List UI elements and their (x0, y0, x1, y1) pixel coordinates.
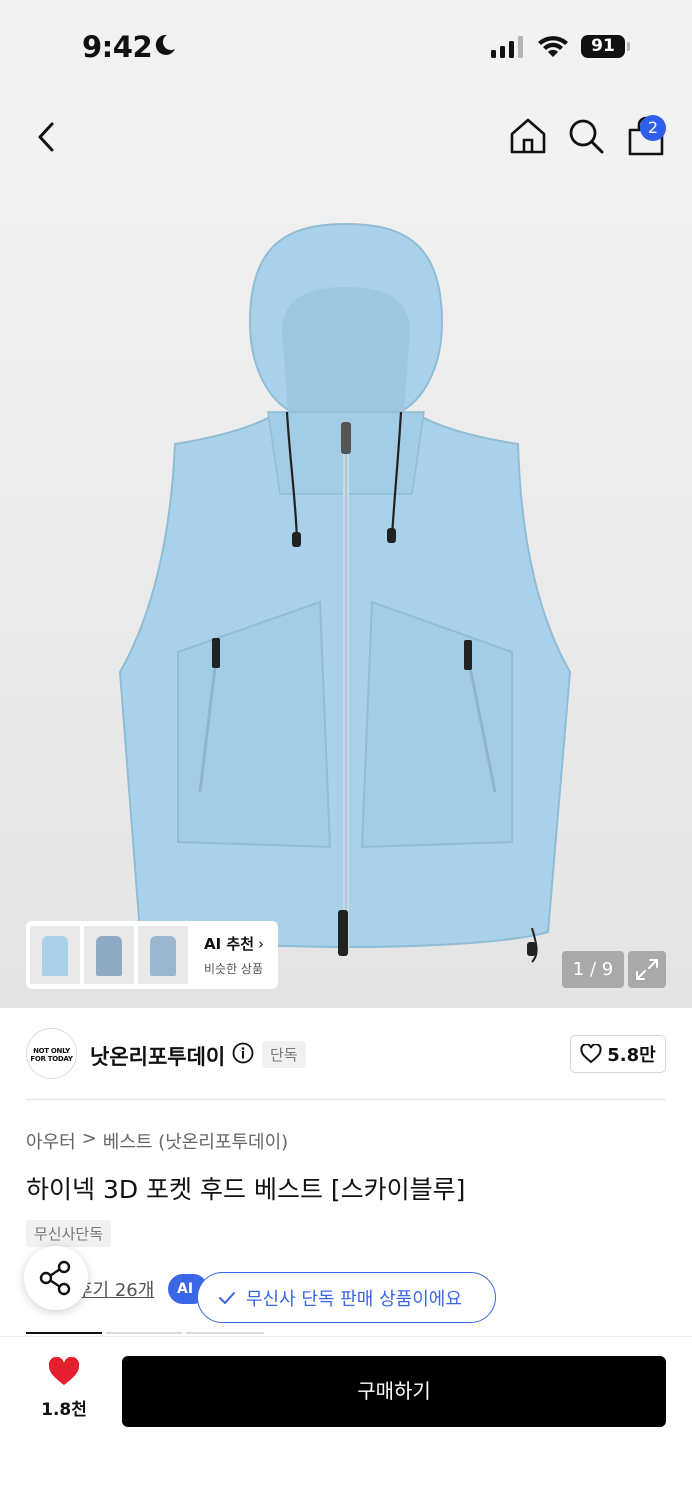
bottom-action-bar: 1.8천 구매하기 (0, 1336, 692, 1500)
product-image-gallery[interactable]: AI 추천 › 비슷한 상품 1 / 9 (0, 182, 692, 1008)
wishlist-button[interactable]: 1.8천 (28, 1356, 100, 1427)
toast-message: 무신사 단독 판매 상품이에요 (246, 1288, 462, 1310)
check-icon (219, 1291, 235, 1304)
ai-thumb-2 (84, 926, 134, 984)
wifi-icon (538, 36, 568, 57)
cellular-signal-icon (491, 36, 523, 58)
back-icon[interactable] (30, 118, 64, 156)
cart-count-badge: 2 (640, 115, 666, 141)
nav-bar (0, 92, 692, 182)
product-photo-vest (118, 222, 572, 963)
breadcrumb-separator: > (81, 1128, 97, 1149)
ai-recommendation-text: AI 추천 › 비슷한 상품 (204, 933, 264, 977)
expand-icon (636, 959, 658, 980)
brand-row: NOT ONLY FOR TODAY 낫온리포투데이 단독 5.8만 (0, 1008, 692, 1100)
ai-recommendation-card[interactable]: AI 추천 › 비슷한 상품 (26, 921, 278, 989)
ai-recommendation-subtitle: 비슷한 상품 (204, 962, 264, 976)
breadcrumb: 아우터 > 베스트 (낫온리포투데이) (26, 1128, 288, 1154)
divider (26, 1099, 666, 1100)
breadcrumb-category[interactable]: 아우터 (26, 1128, 76, 1154)
chevron-right-icon: › (258, 935, 265, 953)
heart-outline-icon (580, 1044, 602, 1064)
search-icon[interactable] (566, 116, 606, 156)
home-icon[interactable] (508, 116, 548, 156)
exclusive-tag: 단독 (262, 1041, 306, 1068)
battery-icon: 91 (581, 35, 625, 58)
product-title: 하이넥 3D 포켓 후드 베스트 [스카이블루] (26, 1175, 466, 1204)
moon-icon (155, 34, 175, 55)
brand-like-count: 5.8만 (607, 1045, 656, 1066)
image-page-indicator: 1 / 9 (562, 951, 624, 988)
ai-recommendation-title: AI 추천 (204, 935, 255, 953)
heart-icon (48, 1356, 80, 1385)
info-icon[interactable] (232, 1042, 254, 1064)
battery-tip (627, 42, 630, 51)
exclusive-toast: 무신사 단독 판매 상품이에요 (197, 1272, 496, 1323)
brand-name[interactable]: 낫온리포투데이 (90, 1041, 225, 1071)
brand-logo[interactable]: NOT ONLY FOR TODAY (26, 1028, 77, 1079)
status-bar: 9:42 91 (0, 0, 692, 92)
share-icon (39, 1260, 71, 1296)
musinsa-exclusive-badge: 무신사단독 (26, 1220, 112, 1247)
ai-thumb-3 (138, 926, 188, 984)
share-button[interactable] (24, 1246, 88, 1310)
brand-like-button[interactable]: 5.8만 (570, 1035, 666, 1073)
wishlist-count: 1.8천 (41, 1400, 87, 1420)
expand-button[interactable] (628, 951, 666, 988)
breadcrumb-subcategory[interactable]: 베스트 (낫온리포투데이) (103, 1128, 288, 1154)
status-time: 9:42 (82, 30, 153, 64)
buy-button[interactable]: 구매하기 (122, 1356, 666, 1427)
ai-thumb-1 (30, 926, 80, 984)
